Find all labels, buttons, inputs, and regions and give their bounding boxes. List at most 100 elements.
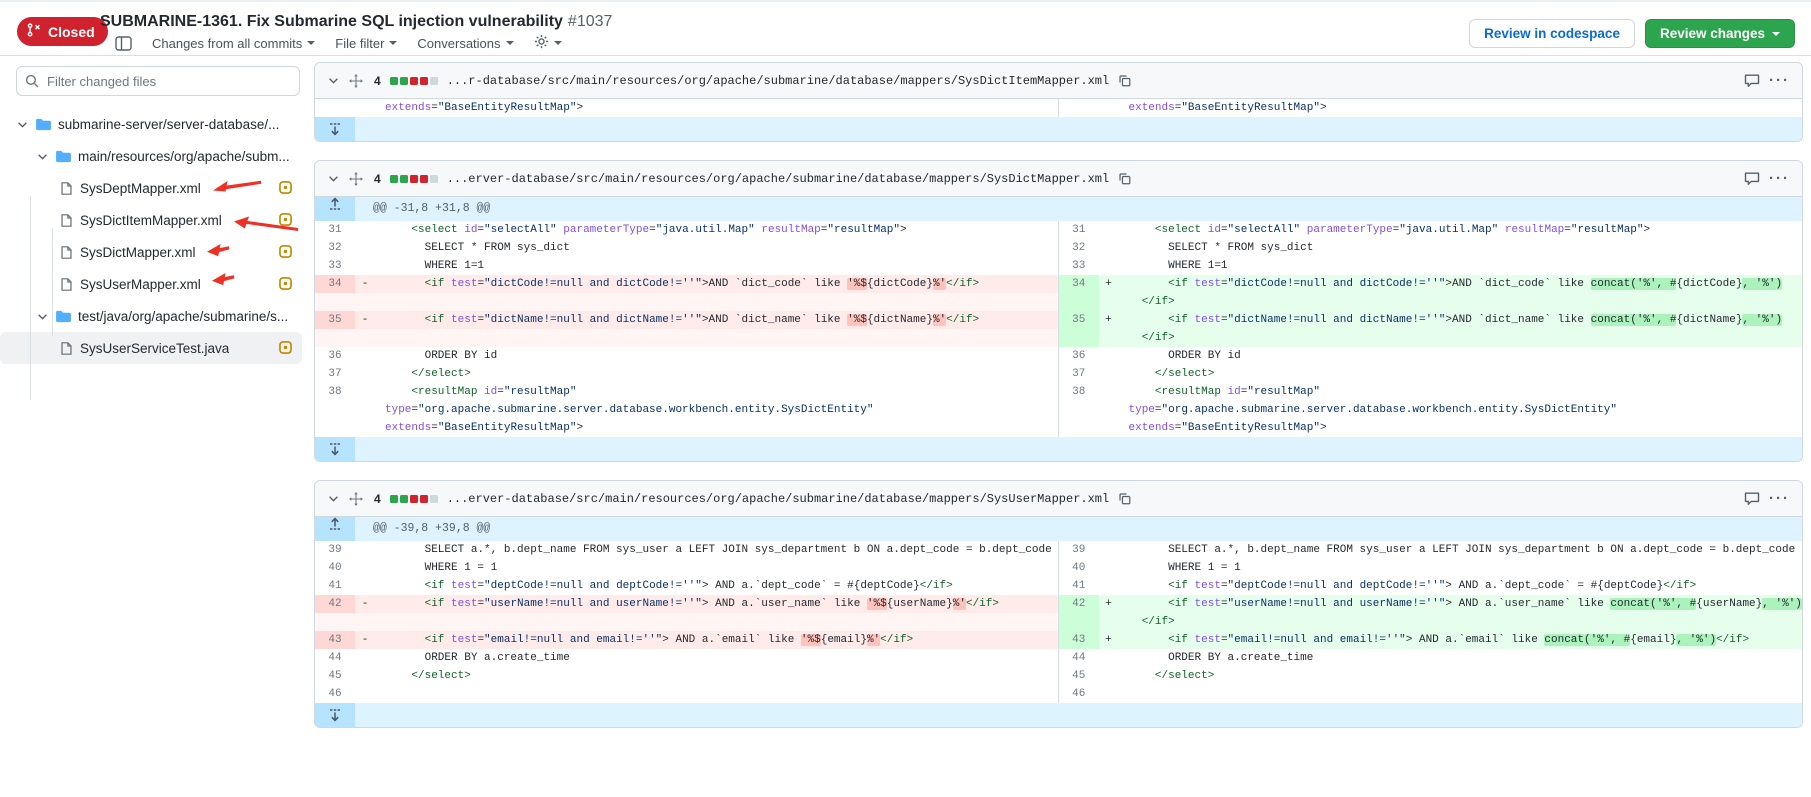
chevron-down-icon[interactable] — [36, 150, 49, 163]
line-number-left[interactable]: 43 — [315, 631, 355, 649]
chevron-down-icon — [307, 41, 315, 45]
copy-icon[interactable] — [1118, 492, 1131, 505]
line-number-left[interactable]: 44 — [315, 649, 355, 667]
chevron-down-icon[interactable] — [327, 492, 340, 505]
annotation-arrow — [208, 275, 235, 293]
line-number-right[interactable]: 39 — [1059, 541, 1099, 559]
line-number-right[interactable] — [1059, 419, 1099, 437]
diff-sign-left — [355, 649, 375, 667]
line-number-left[interactable] — [315, 293, 355, 311]
file-filter-label: File filter — [335, 36, 384, 51]
diff-sign-left — [355, 99, 375, 117]
chevron-down-icon[interactable] — [16, 118, 29, 131]
kebab-menu-icon[interactable]: ··· — [1769, 490, 1790, 507]
diff-sign-left: - — [355, 311, 375, 329]
code-right — [1119, 685, 1803, 703]
line-number-left[interactable]: 39 — [315, 541, 355, 559]
diff-sign-right — [1099, 99, 1119, 117]
line-number-right[interactable] — [1059, 293, 1099, 311]
line-number-right[interactable]: 35 — [1059, 311, 1099, 329]
line-number-left[interactable] — [315, 419, 355, 437]
line-number-right[interactable]: 31 — [1059, 221, 1099, 239]
line-number-left[interactable]: 32 — [315, 239, 355, 257]
diff-line-row: 33 WHERE 1=133 WHERE 1=1 — [315, 257, 1802, 275]
kebab-menu-icon[interactable]: ··· — [1769, 170, 1790, 187]
comment-icon[interactable] — [1744, 73, 1760, 88]
chevron-down-icon[interactable] — [36, 310, 49, 323]
line-number-right[interactable]: 40 — [1059, 559, 1099, 577]
line-number-left[interactable]: 46 — [315, 685, 355, 703]
line-number-left[interactable]: 41 — [315, 577, 355, 595]
diff-settings-dropdown[interactable] — [534, 34, 562, 52]
line-number-left[interactable]: 37 — [315, 365, 355, 383]
kebab-menu-icon[interactable]: ··· — [1769, 72, 1790, 89]
line-number-left[interactable]: 35 — [315, 311, 355, 329]
line-number-right[interactable]: 34 — [1059, 275, 1099, 293]
line-number-left[interactable]: 42 — [315, 595, 355, 613]
line-number-left[interactable]: 45 — [315, 667, 355, 685]
drag-handle-icon[interactable] — [349, 492, 363, 506]
line-number-left[interactable] — [315, 613, 355, 631]
review-in-codespace-button[interactable]: Review in codespace — [1469, 19, 1635, 48]
tree-file-sysdeptmapper-xml[interactable]: SysDeptMapper.xml — [0, 172, 302, 204]
line-number-right[interactable]: 42 — [1059, 595, 1099, 613]
line-number-right[interactable]: 43 — [1059, 631, 1099, 649]
line-number-right[interactable]: 41 — [1059, 577, 1099, 595]
line-number-left[interactable]: 36 — [315, 347, 355, 365]
chevron-down-icon[interactable] — [327, 74, 340, 87]
comment-icon[interactable] — [1744, 171, 1760, 186]
line-number-right[interactable]: 38 — [1059, 383, 1099, 401]
line-number-right[interactable]: 46 — [1059, 685, 1099, 703]
tree-folder-submarine-server-server-database-[interactable]: submarine-server/server-database/... — [0, 108, 302, 140]
tree-file-sysdictitemmapper-xml[interactable]: SysDictItemMapper.xml — [0, 204, 302, 236]
code-right: </if> — [1119, 293, 1803, 311]
tree-file-sysusermapper-xml[interactable]: SysUserMapper.xml — [0, 268, 302, 300]
changes-from-dropdown[interactable]: Changes from all commits — [152, 36, 315, 51]
diff-sign-right — [1099, 613, 1119, 631]
line-number-right[interactable]: 37 — [1059, 365, 1099, 383]
review-changes-button[interactable]: Review changes — [1645, 19, 1795, 48]
file-filter-dropdown[interactable]: File filter — [335, 36, 397, 51]
line-number-left[interactable]: 33 — [315, 257, 355, 275]
drag-handle-icon[interactable] — [349, 172, 363, 186]
copy-icon[interactable] — [1118, 74, 1131, 87]
expand-down-button[interactable] — [315, 437, 355, 461]
line-number-left[interactable] — [315, 329, 355, 347]
copy-icon[interactable] — [1118, 172, 1131, 185]
line-number-left[interactable]: 38 — [315, 383, 355, 401]
line-number-right[interactable]: 45 — [1059, 667, 1099, 685]
line-number-left[interactable]: 40 — [315, 559, 355, 577]
line-number-left[interactable] — [315, 99, 355, 117]
comment-icon[interactable] — [1744, 491, 1760, 506]
line-number-right[interactable] — [1059, 329, 1099, 347]
line-number-left[interactable] — [315, 401, 355, 419]
diffstat-blocks — [390, 495, 438, 503]
folder-icon — [36, 118, 51, 131]
line-number-right[interactable]: 44 — [1059, 649, 1099, 667]
line-number-right[interactable]: 32 — [1059, 239, 1099, 257]
tree-file-sysuserservicetest-java[interactable]: SysUserServiceTest.java — [0, 332, 302, 364]
sidebar-toggle-icon[interactable] — [115, 36, 132, 51]
conversations-dropdown[interactable]: Conversations — [417, 36, 513, 51]
drag-handle-icon[interactable] — [349, 74, 363, 88]
chevron-down-icon[interactable] — [327, 172, 340, 185]
code-left: <if test="deptCode!=null and deptCode!='… — [375, 577, 1059, 595]
filter-changed-files-input[interactable] — [16, 66, 300, 96]
tree-folder-test-java-org-apache-submarine-s-[interactable]: test/java/org/apache/submarine/s... — [0, 300, 302, 332]
line-number-right[interactable] — [1059, 613, 1099, 631]
expand-down-button[interactable] — [315, 703, 355, 727]
line-number-right[interactable] — [1059, 99, 1099, 117]
line-number-right[interactable]: 36 — [1059, 347, 1099, 365]
line-number-right[interactable]: 33 — [1059, 257, 1099, 275]
file-label: SysDictItemMapper.xml — [80, 213, 222, 228]
diffstat-block — [390, 77, 398, 85]
expand-hunk-cell[interactable] — [315, 197, 355, 221]
expand-down-button[interactable] — [315, 117, 355, 141]
hunk-row: @@ -39,8 +39,8 @@ — [315, 517, 1802, 541]
tree-file-sysdictmapper-xml[interactable]: SysDictMapper.xml — [0, 236, 302, 268]
expand-hunk-cell[interactable] — [315, 517, 355, 541]
line-number-left[interactable]: 34 — [315, 275, 355, 293]
line-number-left[interactable]: 31 — [315, 221, 355, 239]
line-number-right[interactable] — [1059, 401, 1099, 419]
tree-folder-main-resources-org-apache-subm-[interactable]: main/resources/org/apache/subm... — [0, 140, 302, 172]
